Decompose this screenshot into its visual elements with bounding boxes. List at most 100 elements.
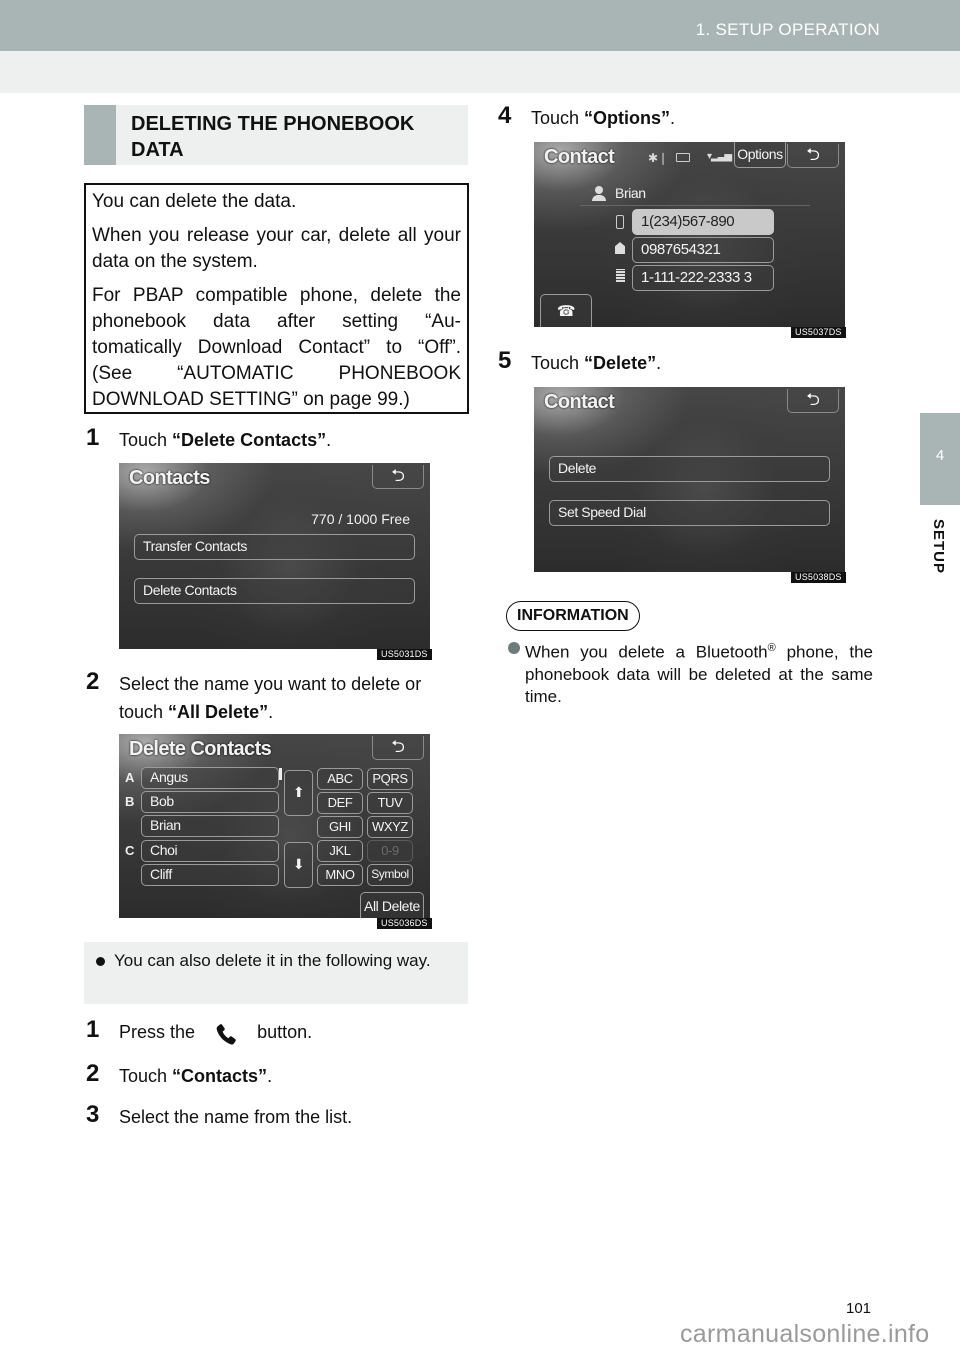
step-text: Touch	[531, 353, 585, 373]
step-text: Press the	[119, 1022, 196, 1042]
step-number: 1	[86, 1016, 100, 1043]
contact-list-item[interactable]: Choi	[141, 840, 279, 862]
contact-list-item[interactable]: Cliff	[141, 864, 279, 886]
call-button[interactable]: ☎	[540, 294, 592, 327]
step-number: 1	[86, 424, 100, 451]
step-text: Touch	[119, 1066, 173, 1086]
screenshot-contacts: Contacts ⮌ 770 / 1000 Free Transfer Cont…	[119, 463, 430, 649]
image-code: US5031DS	[377, 649, 432, 660]
key-symbol[interactable]: Symbol	[367, 864, 413, 886]
contact-list-item[interactable]: Brian	[141, 815, 279, 837]
scrollbar-thumb[interactable]	[279, 768, 282, 780]
key-def[interactable]: DEF	[317, 792, 363, 814]
step-4: 4 Touch “Options”.	[498, 102, 882, 132]
back-arrow-icon: ⮌	[806, 145, 820, 164]
intro-paragraph: For PBAP compatible phone, delete the ph…	[92, 285, 461, 410]
index-letter: B	[125, 794, 135, 810]
alt-step-1: 1 Press the button.	[86, 1016, 470, 1046]
screen-title: Contacts	[129, 467, 210, 489]
office-building-icon	[616, 269, 625, 282]
bullet-icon	[508, 642, 520, 654]
image-code: US5036DS	[377, 918, 432, 929]
delete-button[interactable]: Delete	[549, 456, 830, 482]
index-letters: A B C	[125, 770, 137, 892]
index-letter: C	[125, 843, 135, 859]
step-target: “All Delete”	[168, 702, 269, 722]
image-code: US5037DS	[791, 327, 846, 338]
index-letter	[125, 819, 137, 843]
back-arrow-icon: ⮌	[391, 466, 405, 485]
step-target: “Delete”	[584, 353, 657, 373]
chapter-tab-label: SETUP	[920, 515, 960, 585]
index-letter	[125, 868, 137, 892]
step-suffix: .	[326, 430, 332, 450]
chapter-title: 1. SETUP OPERATION	[695, 20, 880, 39]
all-delete-button[interactable]: All Delete	[360, 892, 424, 918]
phone-handset-icon: ☎	[556, 303, 576, 320]
image-code: US5038DS	[791, 572, 846, 583]
alternative-method-note: You can also delete it in the following …	[84, 942, 468, 1004]
step-target: “Delete Contacts”	[172, 430, 327, 450]
step-1: 1 Touch “Delete Contacts”.	[86, 424, 470, 454]
intro-box: You can delete the data. When you releas…	[84, 183, 469, 414]
phone-number-home[interactable]: 0987654321	[632, 237, 774, 263]
back-button[interactable]: ⮌	[787, 144, 839, 168]
back-button[interactable]: ⮌	[787, 389, 839, 413]
chapter-number: 4	[935, 447, 945, 464]
key-tuv[interactable]: TUV	[367, 792, 413, 814]
back-arrow-icon: ⮌	[391, 737, 405, 756]
step-number: 5	[498, 347, 512, 374]
page-number: 101	[846, 1300, 872, 1317]
key-pqrs[interactable]: PQRS	[367, 768, 413, 790]
key-mno[interactable]: MNO	[317, 864, 363, 886]
phone-icon	[200, 1021, 252, 1045]
step-number: 4	[498, 102, 512, 129]
transfer-contacts-button[interactable]: Transfer Contacts	[134, 534, 415, 560]
battery-icon	[676, 153, 690, 162]
options-button[interactable]: Options	[734, 142, 786, 168]
screen-title: Contact	[544, 391, 615, 413]
step-number: 2	[86, 668, 100, 695]
back-arrow-icon: ⮌	[806, 390, 820, 409]
divider	[580, 205, 810, 206]
back-button[interactable]: ⮌	[372, 736, 424, 760]
contact-list-item[interactable]: Angus	[141, 767, 279, 789]
step-text: Select the name from the list.	[119, 1107, 353, 1127]
key-wxyz[interactable]: WXYZ	[367, 816, 413, 838]
step-text: Touch	[531, 108, 585, 128]
page-down-button[interactable]: ⬇	[284, 842, 313, 888]
contact-list-item[interactable]: Bob	[141, 791, 279, 813]
person-icon	[592, 186, 606, 202]
step-number: 2	[86, 1060, 100, 1087]
chapter-tab: 4	[920, 413, 960, 505]
signal-strength-icon: ▾▂▃▅	[707, 151, 732, 162]
watermark: carmanualsonline.info	[680, 1320, 930, 1348]
page-up-button[interactable]: ⬆	[284, 770, 313, 816]
step-suffix: .	[268, 702, 274, 722]
phone-number-office[interactable]: 1-111-222-2333 3	[632, 265, 774, 291]
back-button[interactable]: ⮌	[372, 465, 424, 489]
screen-title: Delete Contacts	[129, 738, 272, 760]
screenshot-delete-contacts: Delete Contacts ⮌ A B C Angus Bob Brian …	[119, 734, 430, 918]
step-suffix: .	[656, 353, 662, 373]
screenshot-contact-options: Contact ⮌ Delete Set Speed Dial	[534, 387, 845, 572]
chapter-header: 1. SETUP OPERATION	[0, 0, 960, 51]
header-subband	[0, 51, 960, 93]
note-text: You can also delete it in the following …	[114, 951, 431, 970]
step-target: “Options”	[584, 108, 671, 128]
delete-contacts-button[interactable]: Delete Contacts	[134, 578, 415, 604]
phone-number-mobile[interactable]: 1(234)567-890	[632, 209, 774, 235]
screenshot-contact-detail: Contact ✱❘ ▾▂▃▅ Options ⮌ Brian 1(234)56…	[534, 142, 845, 327]
key-ghi[interactable]: GHI	[317, 816, 363, 838]
heading-accent-bar	[84, 105, 116, 165]
step-number: 3	[86, 1101, 100, 1128]
chapter-label: SETUP	[930, 519, 947, 575]
step-target: “Contacts”	[172, 1066, 268, 1086]
step-2: 2 Select the name you want to delete or …	[86, 668, 470, 726]
double-chevron-down-icon: ⬇	[292, 856, 305, 872]
key-abc[interactable]: ABC	[317, 768, 363, 790]
section-heading: DELETING THE PHONEBOOK DATA	[84, 105, 468, 165]
key-jkl[interactable]: JKL	[317, 840, 363, 862]
set-speed-dial-button[interactable]: Set Speed Dial	[549, 500, 830, 526]
contacts-count: 770 / 1000 Free	[311, 511, 410, 527]
